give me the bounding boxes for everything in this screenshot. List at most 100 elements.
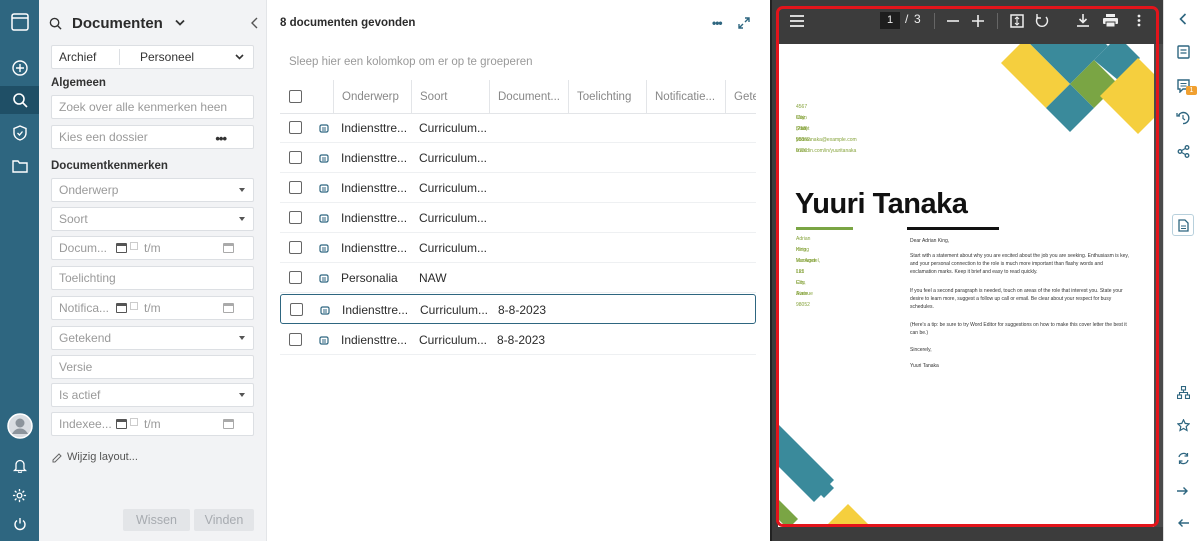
table-row[interactable]: Indiensttre... Curriculum... xyxy=(280,233,756,263)
table-row[interactable]: Indiensttre... Curriculum... xyxy=(280,143,756,173)
calendar-icon[interactable] xyxy=(116,419,127,429)
archive-select[interactable]: Archief Personeel xyxy=(51,45,254,69)
search-panel-header: Documenten xyxy=(49,10,259,36)
file-type-icon xyxy=(319,274,329,283)
chevron-down-icon[interactable] xyxy=(175,19,185,27)
select-all-checkbox[interactable] xyxy=(289,90,302,103)
edit-icon xyxy=(52,452,62,462)
chevron-left-icon[interactable] xyxy=(1172,8,1194,30)
file-type-icon xyxy=(319,184,329,193)
type-placeholder: Soort xyxy=(59,212,88,226)
row-checkbox[interactable] xyxy=(290,303,303,316)
cell-date xyxy=(497,233,573,263)
expand-icon[interactable] xyxy=(738,17,750,29)
notes-badge: 1 xyxy=(1186,86,1197,95)
table-row[interactable]: Indiensttre... Curriculum... xyxy=(280,203,756,233)
app-window-icon[interactable] xyxy=(0,8,39,36)
calendar-icon[interactable] xyxy=(116,303,127,313)
table-row[interactable]: Indiensttre... Curriculum... 8-8-2023 xyxy=(280,294,756,324)
search-nav-icon[interactable] xyxy=(0,86,39,114)
table-row[interactable]: Indiensttre... Curriculum... xyxy=(280,173,756,203)
row-checkbox[interactable] xyxy=(289,151,302,164)
type-dropdown[interactable]: Soort xyxy=(51,207,254,231)
folder-icon[interactable] xyxy=(0,152,39,180)
dossier-placeholder: Kies een dossier xyxy=(59,130,148,144)
search-panel: Documenten Archief Personeel Algemeen Zo… xyxy=(39,0,267,541)
shield-icon[interactable] xyxy=(0,119,39,147)
cell-subject: Indiensttre... xyxy=(341,241,408,255)
checkbox[interactable] xyxy=(130,242,138,250)
cell-type: Curriculum... xyxy=(420,303,489,317)
row-checkbox[interactable] xyxy=(289,121,302,134)
history-icon[interactable] xyxy=(1172,107,1194,129)
left-nav xyxy=(0,0,39,541)
table-row[interactable]: Indiensttre... Curriculum... xyxy=(280,113,756,143)
row-checkbox[interactable] xyxy=(289,211,302,224)
column-header[interactable]: Notificatie... xyxy=(646,80,725,114)
table-row[interactable]: Indiensttre... Curriculum... 8-8-2023 xyxy=(280,325,756,355)
checkbox[interactable] xyxy=(130,418,138,426)
row-checkbox[interactable] xyxy=(289,181,302,194)
is-active-placeholder: Is actief xyxy=(59,388,101,402)
index-date-range[interactable]: Indexee... t/m xyxy=(51,412,254,436)
edit-layout-link[interactable]: Wijzig layout... xyxy=(52,451,138,463)
calendar-icon[interactable] xyxy=(223,419,234,429)
highlight-frame xyxy=(776,6,1159,527)
row-checkbox[interactable] xyxy=(289,271,302,284)
hierarchy-icon[interactable] xyxy=(1172,381,1194,403)
share-icon[interactable] xyxy=(1172,140,1194,162)
column-header[interactable]: Gete xyxy=(725,80,756,114)
collapse-panel-icon[interactable] xyxy=(250,17,259,29)
star-icon[interactable] xyxy=(1172,414,1194,436)
file-type-icon xyxy=(319,336,329,345)
dossier-select[interactable]: Kies een dossier ••• xyxy=(51,125,254,149)
row-checkbox[interactable] xyxy=(289,241,302,254)
group-by-hint: Sleep hier een kolomkop om er op te groe… xyxy=(289,56,533,68)
version-input[interactable]: Versie xyxy=(51,355,254,379)
archive-value: Personeel xyxy=(140,50,195,64)
search-input[interactable]: Zoek over alle kenmerken heen xyxy=(51,95,254,119)
clear-button[interactable]: Wissen xyxy=(123,509,190,531)
more-options-icon[interactable]: ••• xyxy=(712,16,723,30)
document-list-panel: 8 documenten gevonden ••• Sleep hier een… xyxy=(267,0,770,541)
column-header[interactable]: Onderwerp xyxy=(333,80,411,114)
signed-dropdown[interactable]: Getekend xyxy=(51,326,254,350)
arrow-right-icon[interactable] xyxy=(1172,480,1194,502)
notes-icon[interactable]: 1 xyxy=(1172,75,1197,97)
gear-icon[interactable] xyxy=(0,481,39,509)
cell-subject: Indiensttre... xyxy=(341,121,408,135)
cell-subject: Indiensttre... xyxy=(341,333,408,347)
row-checkbox[interactable] xyxy=(289,333,302,346)
power-icon[interactable] xyxy=(0,510,39,538)
checkbox[interactable] xyxy=(130,302,138,310)
cell-type: NAW xyxy=(419,271,447,285)
column-header[interactable]: Soort xyxy=(411,80,489,114)
explanation-input[interactable]: Toelichting xyxy=(51,266,254,290)
sync-icon[interactable] xyxy=(1172,447,1194,469)
subject-dropdown[interactable]: Onderwerp xyxy=(51,178,254,202)
add-circle-icon[interactable] xyxy=(0,54,39,82)
file-type-icon xyxy=(319,154,329,163)
document-date-range[interactable]: Docum... t/m xyxy=(51,236,254,260)
column-header[interactable]: Toelichting xyxy=(568,80,646,114)
calendar-icon[interactable] xyxy=(223,243,234,253)
arrow-left-icon[interactable] xyxy=(1172,512,1194,534)
notification-date-range[interactable]: Notifica... t/m xyxy=(51,296,254,320)
bell-icon[interactable] xyxy=(0,451,39,479)
cell-subject: Indiensttre... xyxy=(341,181,408,195)
cell-subject: Indiensttre... xyxy=(341,211,408,225)
result-count: 8 documenten gevonden xyxy=(280,17,416,29)
more-options-icon[interactable]: ••• xyxy=(215,131,227,146)
document-preview-icon[interactable] xyxy=(1172,214,1194,236)
subject-placeholder: Onderwerp xyxy=(59,183,119,197)
cell-type: Curriculum... xyxy=(419,211,488,225)
calendar-icon[interactable] xyxy=(116,243,127,253)
column-header[interactable]: Document... xyxy=(489,80,568,114)
is-active-dropdown[interactable]: Is actief xyxy=(51,383,254,407)
table-header: Onderwerp Soort Document... Toelichting … xyxy=(280,80,756,114)
avatar[interactable] xyxy=(0,411,39,441)
calendar-icon[interactable] xyxy=(223,303,234,313)
table-row[interactable]: Personalia NAW xyxy=(280,263,756,293)
form-icon[interactable] xyxy=(1172,41,1194,63)
find-button[interactable]: Vinden xyxy=(194,509,254,531)
